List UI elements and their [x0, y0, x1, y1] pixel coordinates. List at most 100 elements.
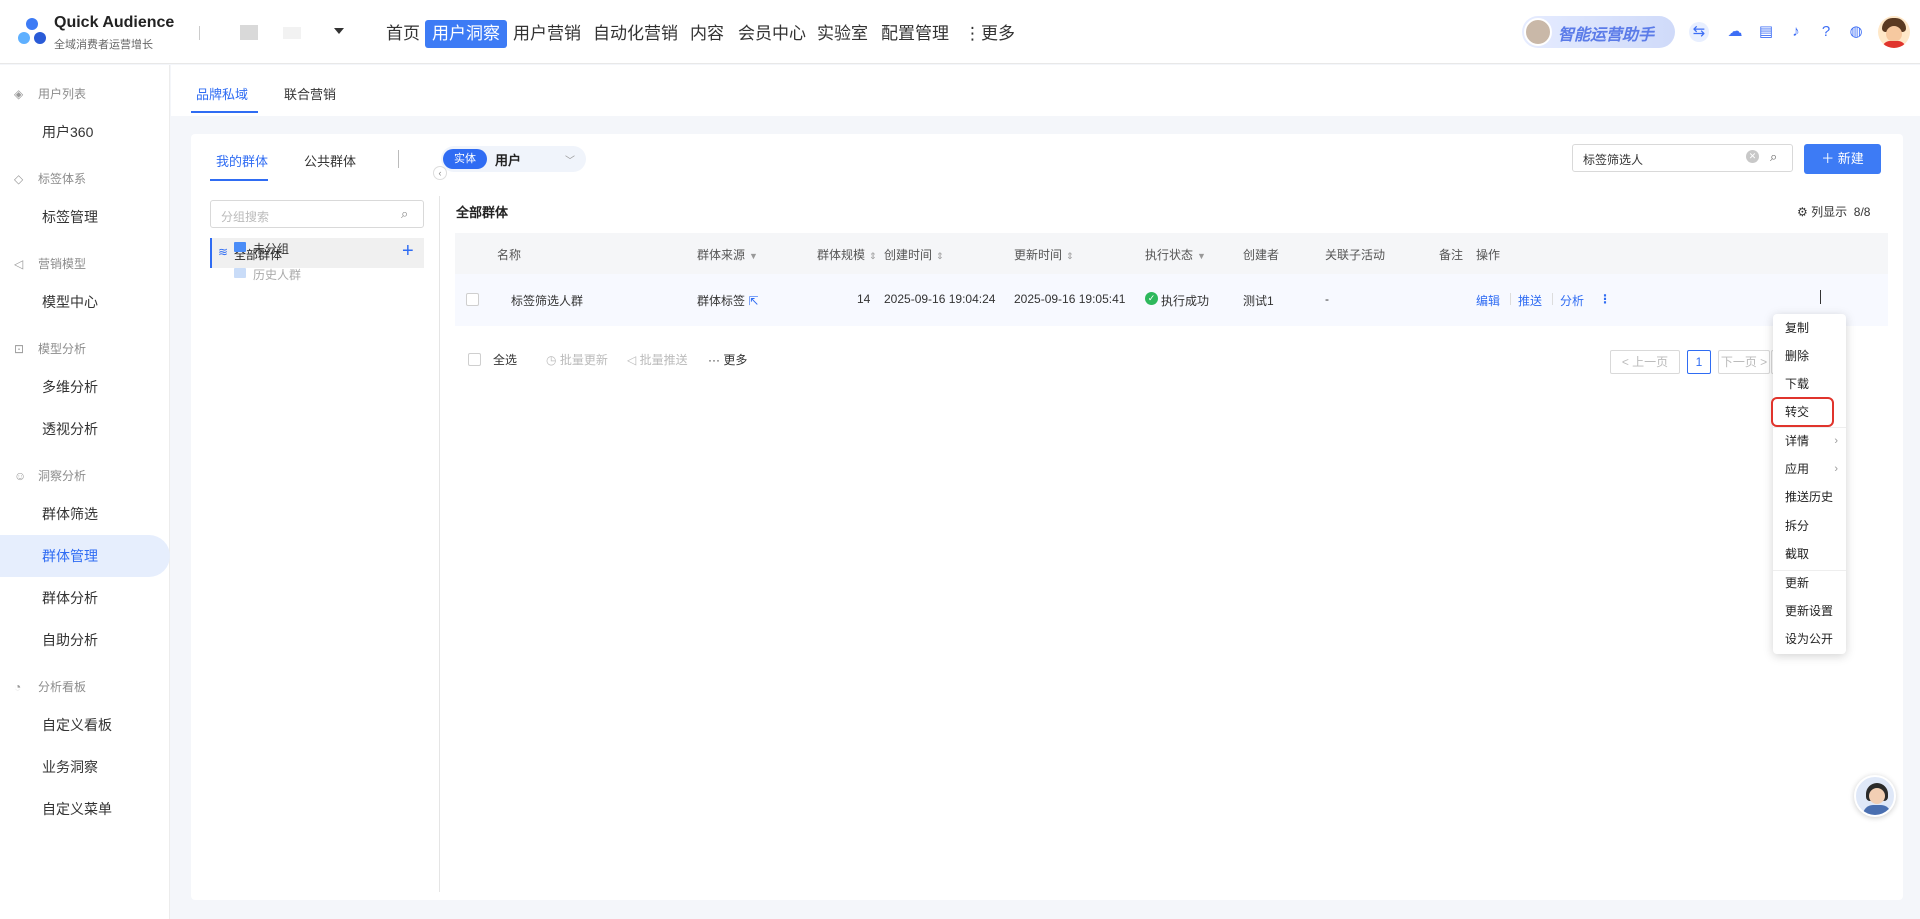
active-tab-underline: [191, 111, 258, 113]
nav-content[interactable]: 内容: [689, 20, 725, 48]
sort-icon[interactable]: ⇕: [1066, 251, 1074, 261]
layers-icon: ◈: [14, 87, 24, 101]
briefcase-icon[interactable]: ▤: [1756, 22, 1776, 42]
new-group-button[interactable]: ＋ 新建: [1804, 144, 1881, 174]
assistant-button[interactable]: 智能运营助手: [1522, 16, 1675, 48]
sidebar-item-group-filter[interactable]: 群体筛选: [0, 493, 170, 535]
menu-item-apply[interactable]: 应用 ›: [1773, 455, 1846, 483]
push-link[interactable]: 推送: [1518, 292, 1542, 309]
add-folder-icon[interactable]: +: [402, 240, 414, 263]
cloud-icon[interactable]: ☁: [1725, 22, 1745, 42]
globe-icon[interactable]: ◍: [1846, 22, 1866, 42]
column-display-button[interactable]: ⚙ 列显示 8/8: [1797, 203, 1870, 220]
th-updated[interactable]: 更新时间 ⇕: [1014, 246, 1074, 263]
sidebar-item-user360[interactable]: 用户360: [0, 111, 170, 153]
help-icon[interactable]: ?: [1816, 22, 1836, 42]
th-source[interactable]: 群体来源 ▼: [697, 246, 758, 263]
swap-icon[interactable]: ⇆: [1689, 22, 1709, 42]
refresh-icon: ◷: [546, 353, 557, 367]
menu-item-delete[interactable]: 删除: [1773, 342, 1846, 370]
top-tab-bar: [171, 65, 1920, 116]
edit-link[interactable]: 编辑: [1476, 292, 1500, 309]
filter-icon[interactable]: ▼: [749, 251, 758, 261]
menu-item-download[interactable]: 下载: [1773, 370, 1846, 398]
workspace-name[interactable]: [283, 27, 301, 39]
th-sub-activity: 关联子活动: [1325, 248, 1386, 262]
tree-node-history[interactable]: 历史人群: [253, 266, 301, 283]
nav-user-insight[interactable]: 用户洞察: [425, 20, 507, 48]
floating-assistant-button[interactable]: [1854, 775, 1896, 817]
filter-icon[interactable]: ▼: [1197, 251, 1206, 261]
sidebar-item-business-insight[interactable]: 业务洞察: [0, 746, 170, 788]
nav-user-marketing[interactable]: 用户营销: [512, 20, 582, 48]
sidebar-item-group-analysis[interactable]: 群体分析: [0, 577, 170, 619]
user-avatar[interactable]: [1878, 16, 1910, 48]
menu-item-push-history[interactable]: 推送历史: [1773, 483, 1846, 511]
nav-home[interactable]: 首页: [385, 20, 421, 48]
row-checkbox[interactable]: [466, 293, 479, 306]
sort-icon[interactable]: ⇕: [869, 251, 877, 261]
tab-public-groups[interactable]: 公共群体: [304, 151, 356, 170]
sidebar-group-marketing-model: ◁ 营销模型: [14, 257, 87, 271]
nav-config[interactable]: 配置管理: [880, 20, 950, 48]
th-ops: 操作: [1476, 248, 1501, 262]
send-icon: ◁: [627, 353, 637, 367]
cell-status: 执行成功: [1161, 294, 1210, 308]
batch-update-button[interactable]: ◷ 批量更新: [546, 351, 608, 368]
tab-brand-private[interactable]: 品牌私域: [196, 84, 248, 103]
menu-item-split[interactable]: 拆分: [1773, 512, 1846, 540]
nav-member-center[interactable]: 会员中心: [737, 20, 807, 48]
top-nav: Quick Audience 全域消费者运营增长 首页 用户洞察 用户营销 自动…: [0, 0, 1920, 64]
cell-name[interactable]: 标签筛选人群: [511, 292, 583, 309]
th-size[interactable]: 群体规模 ⇕: [817, 246, 877, 263]
nav-lab[interactable]: 实验室: [816, 20, 869, 48]
sidebar-item-group-manage[interactable]: 群体管理: [0, 535, 170, 577]
collapse-icon[interactable]: ‹: [433, 166, 447, 180]
analyze-link[interactable]: 分析: [1560, 292, 1584, 309]
chevron-down-icon[interactable]: [334, 28, 344, 34]
select-all-label[interactable]: 全选: [493, 351, 517, 368]
menu-item-update[interactable]: 更新: [1773, 569, 1846, 597]
success-check-icon: ✓: [1145, 292, 1158, 305]
th-created[interactable]: 创建时间 ⇕: [884, 246, 944, 263]
sort-icon[interactable]: ⇕: [936, 251, 944, 261]
sidebar-item-model-center[interactable]: 模型中心: [0, 281, 170, 323]
select-all-checkbox[interactable]: [468, 353, 481, 366]
search-icon[interactable]: ⌕: [1770, 149, 1777, 165]
menu-item-cut[interactable]: 截取: [1773, 540, 1846, 568]
workspace-icon[interactable]: [240, 25, 258, 40]
tree-node-ungrouped[interactable]: 未分组: [253, 240, 289, 257]
search-icon[interactable]: ⌕: [401, 206, 408, 222]
entity-select[interactable]: 实体 用户 ﹀: [441, 146, 586, 172]
group-search-input[interactable]: 标签筛选人 ✕ ⌕: [1572, 144, 1793, 172]
sidebar-item-custom-menu[interactable]: 自定义菜单: [0, 788, 170, 830]
sidebar-item-self-analysis[interactable]: 自助分析: [0, 619, 170, 661]
more-actions-icon[interactable]: ⋮: [1599, 292, 1611, 306]
menu-item-update-settings[interactable]: 更新设置: [1773, 597, 1846, 625]
batch-push-button[interactable]: ◁ 批量推送: [627, 351, 688, 368]
folder-search-input[interactable]: 分组搜索 ⌕: [210, 200, 424, 228]
page-1-button[interactable]: 1: [1687, 350, 1711, 374]
menu-item-copy[interactable]: 复制: [1773, 314, 1846, 342]
sidebar-item-tag-manage[interactable]: 标签管理: [0, 196, 170, 238]
th-status[interactable]: 执行状态 ▼: [1145, 246, 1206, 263]
sidebar-item-multi-analysis[interactable]: 多维分析: [0, 366, 170, 408]
tab-joint-marketing[interactable]: 联合营销: [284, 84, 336, 103]
bulk-more-button[interactable]: ··· 更多: [708, 351, 747, 368]
menu-item-make-public[interactable]: 设为公开: [1773, 625, 1846, 653]
menu-item-details[interactable]: 详情 ›: [1773, 427, 1846, 455]
sidebar-item-pivot-analysis[interactable]: 透视分析: [0, 408, 170, 450]
table-row[interactable]: 标签筛选人群 群体标签 ⇱ 14 2025-09-16 19:04:24 202…: [455, 274, 1888, 326]
prev-page-button[interactable]: < 上一页: [1610, 350, 1680, 374]
th-name: 名称: [497, 248, 522, 262]
nav-automation[interactable]: 自动化营销: [592, 20, 679, 48]
clear-icon[interactable]: ✕: [1746, 150, 1759, 163]
panel-splitter[interactable]: [439, 196, 440, 892]
tab-my-groups[interactable]: 我的群体: [216, 151, 268, 170]
nav-more[interactable]: ⋮更多: [963, 20, 1016, 48]
bell-icon[interactable]: ♪: [1786, 22, 1806, 42]
share-icon[interactable]: ⇱: [748, 294, 758, 308]
quick-audience-logo-icon[interactable]: [16, 16, 48, 48]
next-page-button[interactable]: 下一页 >: [1718, 350, 1770, 374]
sidebar-item-custom-board[interactable]: 自定义看板: [0, 704, 170, 746]
